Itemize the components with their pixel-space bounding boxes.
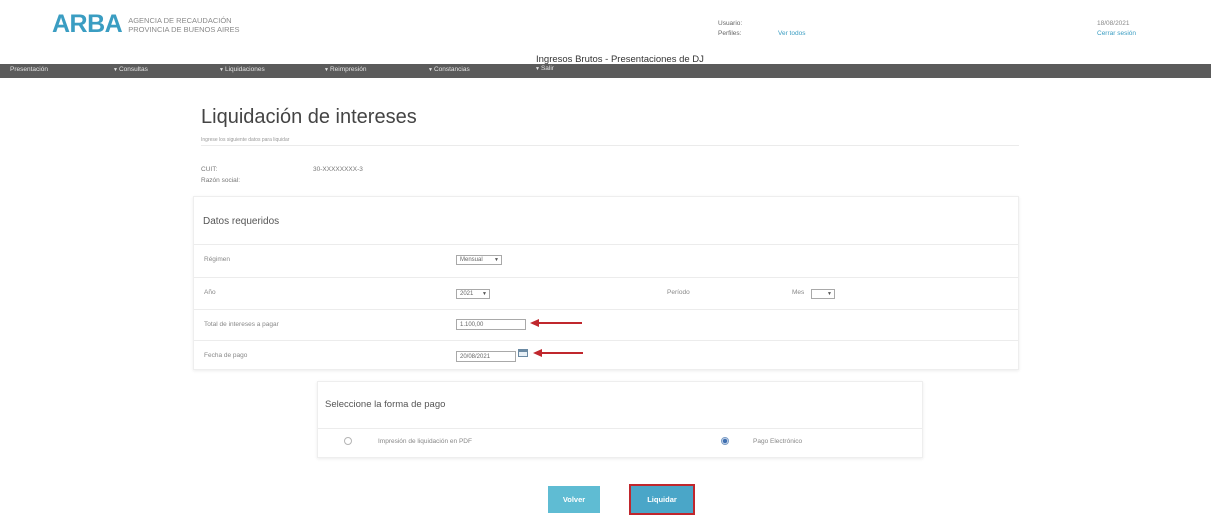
periodo-label: Período bbox=[667, 289, 690, 296]
cuit-value: 30-XXXXXXXX-3 bbox=[313, 166, 363, 173]
nav-presentacion[interactable]: Presentación bbox=[10, 66, 48, 73]
mes-select[interactable]: ▼ bbox=[811, 289, 835, 299]
nav-salir[interactable]: ▼Salir bbox=[535, 65, 554, 72]
nav-label: Presentación bbox=[10, 66, 48, 73]
page-subtitle: Ingrese los siguiente datos para liquida… bbox=[201, 137, 290, 143]
chevron-down-icon: ▼ bbox=[827, 291, 832, 297]
page-title: Liquidación de intereses bbox=[201, 106, 417, 128]
radio-pdf[interactable] bbox=[344, 437, 352, 445]
razon-social-label: Razón social: bbox=[201, 177, 241, 184]
total-label: Total de intereses a pagar bbox=[204, 321, 279, 328]
forma-de-pago-panel: Seleccione la forma de pago Impresión de… bbox=[317, 381, 923, 458]
cerrar-sesion-link[interactable]: Cerrar sesión bbox=[1097, 29, 1136, 39]
option-electronico-label: Pago Electrónico bbox=[753, 438, 803, 445]
liquidar-button[interactable]: Liquidar bbox=[629, 484, 695, 515]
caret-down-icon: ▼ bbox=[324, 67, 329, 73]
nav-constancias[interactable]: ▼Constancias bbox=[428, 66, 470, 73]
fecha-pago-input[interactable]: 20/08/2021 bbox=[456, 351, 516, 362]
fecha-row: Fecha de pago 20/08/2021 bbox=[194, 340, 1018, 368]
annotation-arrow-icon bbox=[530, 319, 582, 327]
total-value: 1.100,00 bbox=[460, 321, 484, 328]
caret-down-icon: ▼ bbox=[535, 66, 540, 72]
nav-label: Reimpresión bbox=[329, 66, 367, 73]
chevron-down-icon: ▼ bbox=[494, 257, 499, 263]
perfiles-label: Perfiles: bbox=[718, 30, 742, 37]
annotation-arrow-icon bbox=[533, 349, 583, 357]
caret-down-icon: ▼ bbox=[428, 67, 433, 73]
fecha-label: Fecha de pago bbox=[204, 352, 248, 359]
session-date: 18/08/2021 bbox=[1097, 20, 1130, 27]
ver-todos-link[interactable]: Ver todos bbox=[778, 29, 805, 39]
logo-mark: ARBA bbox=[52, 10, 123, 38]
nav-liquidaciones[interactable]: ▼Liquidaciones bbox=[219, 66, 265, 73]
main-nav: Presentación ▼Consultas ▼Liquidaciones ▼… bbox=[0, 64, 1211, 78]
anio-select[interactable]: 2021 ▼ bbox=[456, 289, 490, 299]
user-info: Usuario: Perfiles: Ver todos bbox=[718, 19, 805, 39]
calendar-icon[interactable] bbox=[518, 349, 528, 357]
anio-row: Año 2021 ▼ Período Mes ▼ bbox=[194, 277, 1018, 307]
nav-label: Salir bbox=[540, 65, 554, 72]
pay-panel-title: Seleccione la forma de pago bbox=[325, 399, 446, 410]
anio-value: 2021 bbox=[460, 291, 474, 297]
logo-subtitle-line-2: PROVINCIA DE BUENOS AIRES bbox=[128, 24, 240, 34]
total-intereses-input[interactable]: 1.100,00 bbox=[456, 319, 526, 330]
app-header: ARBA AGENCIA DE RECAUDACIÓN PROVINCIA DE… bbox=[0, 0, 1211, 50]
total-row: Total de intereses a pagar 1.100,00 bbox=[194, 309, 1018, 339]
fecha-value: 20/08/2021 bbox=[460, 353, 491, 360]
pay-options-row: Impresión de liquidación en PDF Pago Ele… bbox=[318, 428, 922, 452]
panel-title: Datos requeridos bbox=[203, 216, 280, 227]
chevron-down-icon: ▼ bbox=[482, 291, 487, 297]
arba-logo: ARBA AGENCIA DE RECAUDACIÓN PROVINCIA DE… bbox=[52, 10, 240, 39]
option-pdf-label: Impresión de liquidación en PDF bbox=[378, 438, 472, 445]
regimen-label: Régimen bbox=[204, 256, 231, 263]
session-info: 18/08/2021 Cerrar sesión bbox=[1097, 19, 1136, 39]
nav-consultas[interactable]: ▼Consultas bbox=[113, 66, 148, 73]
cuit-label: CUIT: bbox=[201, 166, 218, 173]
radio-pago-electronico[interactable] bbox=[721, 437, 729, 445]
anio-label: Año bbox=[204, 289, 216, 296]
regimen-select[interactable]: Mensual ▼ bbox=[456, 255, 502, 265]
nav-label: Liquidaciones bbox=[224, 66, 265, 73]
mes-label: Mes bbox=[792, 289, 805, 296]
nav-label: Constancias bbox=[433, 66, 470, 73]
volver-button[interactable]: Volver bbox=[548, 486, 600, 513]
logo-subtitle-line-1: AGENCIA DE RECAUDACIÓN bbox=[128, 15, 232, 25]
caret-down-icon: ▼ bbox=[219, 67, 224, 73]
nav-reimpresion[interactable]: ▼Reimpresión bbox=[324, 66, 366, 73]
regimen-value: Mensual bbox=[460, 257, 483, 263]
caret-down-icon: ▼ bbox=[113, 67, 118, 73]
divider bbox=[201, 145, 1019, 146]
nav-label: Consultas bbox=[118, 66, 148, 73]
usuario-label: Usuario: bbox=[718, 20, 743, 27]
regimen-row: Régimen Mensual ▼ bbox=[194, 244, 1018, 274]
logo-subtitle: AGENCIA DE RECAUDACIÓN PROVINCIA DE BUEN… bbox=[128, 16, 239, 34]
datos-requeridos-panel: Datos requeridos Régimen Mensual ▼ Año 2… bbox=[193, 196, 1019, 370]
